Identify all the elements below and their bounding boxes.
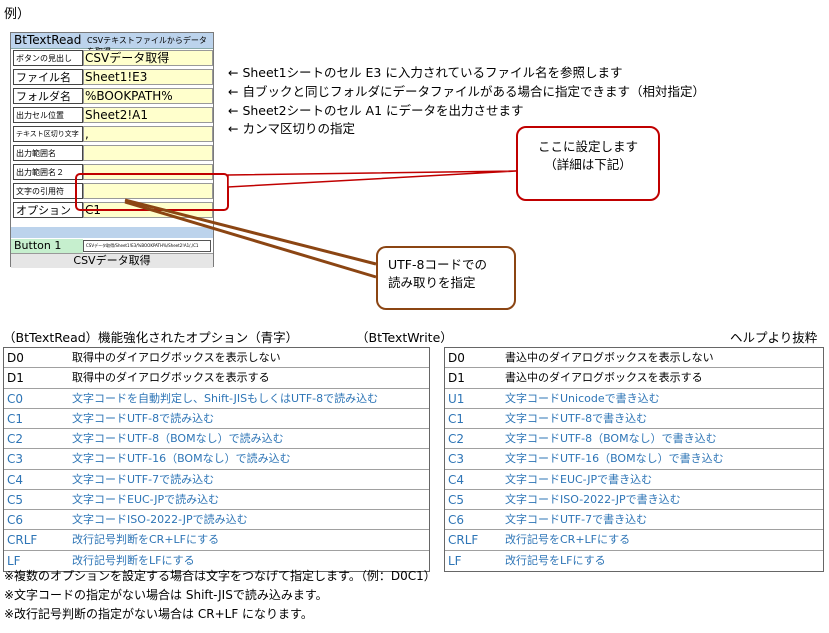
option-row: LF 改行記号をLFにする — [445, 551, 823, 571]
option-row: U1 文字コードUnicodeで書き込む — [445, 389, 823, 409]
option-code: C3 — [448, 452, 465, 467]
option-code: CRLF — [7, 533, 38, 548]
option-desc: 改行記号をCR+LFにする — [505, 533, 631, 547]
option-desc: 文字コードUTF-8で読み込む — [72, 411, 215, 425]
option-code: C6 — [448, 513, 465, 528]
option-row: D1 取得中のダイアログボックスを表示する — [4, 368, 429, 389]
option-row: C4 文字コードEUC-JPで書き込む — [445, 470, 823, 490]
option-code: C4 — [448, 472, 465, 487]
option-desc: 文字コードUTF-7で読み込む — [72, 472, 215, 486]
option-row: C6 文字コードISO-2022-JPで読み込む — [4, 510, 429, 531]
option-code: C0 — [7, 391, 24, 406]
option-code: D0 — [7, 351, 24, 365]
option-row: C3 文字コードUTF-16（BOMなし）で読み込む — [4, 449, 429, 470]
option-code: LF — [448, 553, 462, 568]
option-row: C2 文字コードUTF-8（BOMなし）で書き込む — [445, 429, 823, 450]
option-row: C1 文字コードUTF-8で書き込む — [445, 409, 823, 430]
option-highlight-box — [75, 173, 229, 211]
callout-utf8: UTF-8コードでの 読み取りを指定 — [376, 246, 516, 310]
write-options-title: （BtTextWrite） — [356, 330, 453, 345]
option-desc: 文字コードEUC-JPで書き込む — [505, 472, 653, 486]
option-row: D0 取得中のダイアログボックスを表示しない — [4, 348, 429, 369]
option-desc: 改行記号をLFにする — [505, 553, 606, 567]
option-code: C3 — [7, 452, 24, 467]
option-code: C2 — [448, 432, 465, 447]
option-code: C2 — [7, 432, 24, 447]
footnote-1: ※複数のオプションを設定する場合は文字をつなげて指定します。（例：D0C1） — [4, 569, 436, 583]
write-options-table: D0 書込中のダイアログボックスを表示しない D1 書込中のダイアログボックスを表示す… — [444, 347, 824, 572]
option-row: C3 文字コードUTF-16（BOMなし）で書き込む — [445, 449, 823, 470]
option-row: C5 文字コードISO-2022-JPで書き込む — [445, 490, 823, 511]
option-code: C5 — [448, 492, 465, 507]
option-desc: 文字コードUTF-8（BOMなし）で書き込む — [505, 432, 717, 446]
utf8-connector-a — [124, 198, 377, 266]
read-options-title: （BtTextRead）機能強化されたオプション（青字） — [3, 330, 299, 345]
footnote-2: ※文字コードの指定がない場合は Shift-JISで読み込みます。 — [4, 588, 328, 602]
help-note: ヘルプより抜粋 — [730, 330, 818, 345]
option-row: D0 書込中のダイアログボックスを表示しない — [445, 348, 823, 369]
option-desc: 書込中のダイアログボックスを表示する — [505, 371, 703, 385]
option-desc: 文字コードUnicodeで書き込む — [505, 391, 660, 405]
option-desc: 改行記号判断をCR+LFにする — [72, 533, 220, 547]
utf8-connector-b — [124, 200, 377, 279]
option-row: CRLF 改行記号をCR+LFにする — [445, 530, 823, 551]
option-row: C2 文字コードUTF-8（BOMなし）で読み込む — [4, 429, 429, 450]
option-row: D1 書込中のダイアログボックスを表示する — [445, 368, 823, 389]
callout-setting: ここに設定します （詳細は下記） — [516, 126, 660, 201]
option-row: C1 文字コードUTF-8で読み込む — [4, 409, 429, 430]
option-desc: 文字コードUTF-16（BOMなし）で書き込む — [505, 452, 724, 466]
read-options-table: D0 取得中のダイアログボックスを表示しない D1 取得中のダイアログボックスを表示す… — [3, 347, 430, 572]
callout-utf8-line2: 読み取りを指定 — [388, 275, 476, 290]
option-code: C1 — [448, 411, 465, 426]
option-desc: 取得中のダイアログボックスを表示しない — [72, 351, 281, 364]
option-desc: 文字コードEUC-JPで読み込む — [72, 492, 220, 506]
callout-utf8-line1: UTF-8コードでの — [388, 257, 487, 272]
callout-setting-line2: （詳細は下記） — [544, 157, 632, 172]
option-code: U1 — [448, 391, 465, 406]
option-row: CRLF 改行記号判断をCR+LFにする — [4, 530, 429, 551]
option-code: D1 — [448, 371, 465, 386]
option-row: C6 文字コードUTF-7で書き込む — [445, 510, 823, 531]
option-desc: 文字コードISO-2022-JPで読み込む — [72, 513, 248, 527]
option-desc: 文字コードUTF-8（BOMなし）で読み込む — [72, 432, 284, 446]
option-code: C5 — [7, 492, 24, 507]
option-desc: 文字コードUTF-7で書き込む — [505, 513, 648, 527]
option-desc: 文字コードを自動判定し、Shift-JISもしくはUTF-8で読み込む — [72, 391, 379, 405]
option-desc: 取得中のダイアログボックスを表示する — [72, 371, 270, 385]
option-desc: 文字コードUTF-8で書き込む — [505, 411, 648, 425]
option-code: C6 — [7, 513, 24, 528]
option-row: C5 文字コードEUC-JPで読み込む — [4, 490, 429, 511]
option-code: C4 — [7, 472, 24, 487]
callout-pointer — [227, 170, 517, 188]
callout-setting-line1: ここに設定します — [537, 139, 638, 154]
option-row: C4 文字コードUTF-7で読み込む — [4, 470, 429, 490]
footnote-3: ※改行記号判断の指定がない場合は CR+LF になります。 — [4, 607, 313, 621]
option-desc: 文字コードUTF-16（BOMなし）で読み込む — [72, 452, 291, 466]
option-code: C1 — [7, 411, 24, 426]
option-desc: 文字コードISO-2022-JPで書き込む — [505, 492, 681, 506]
option-code: CRLF — [448, 533, 479, 548]
option-code: D1 — [7, 371, 24, 386]
option-code: D0 — [448, 351, 465, 365]
option-row: C0 文字コードを自動判定し、Shift-JISもしくはUTF-8で読み込む — [4, 389, 429, 409]
option-desc: 書込中のダイアログボックスを表示しない — [505, 351, 714, 364]
